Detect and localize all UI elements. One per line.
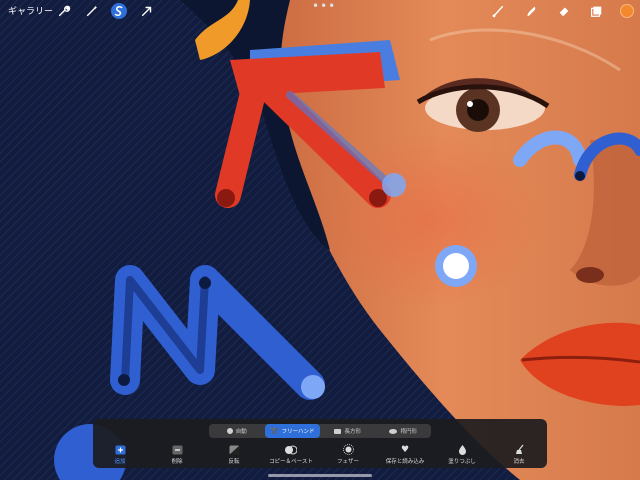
- broom-icon: [513, 444, 525, 455]
- transform-arrow-icon: [141, 6, 152, 17]
- eraser-icon: [559, 7, 569, 17]
- smudge-icon: [527, 6, 536, 17]
- mode-freehand[interactable]: ➰ フリーハンド: [264, 424, 320, 438]
- selection-point-center: [443, 253, 469, 279]
- action-label: 保存と読み込み: [385, 459, 425, 465]
- home-indicator: [268, 474, 372, 477]
- gallery-button[interactable]: ギャラリー: [8, 4, 53, 17]
- rectangle-icon: [334, 428, 342, 434]
- layers-icon: [591, 6, 602, 17]
- mode-ellipse[interactable]: 楕円形: [376, 424, 432, 438]
- invert-icon: [228, 444, 240, 455]
- arc-endpoint: [575, 171, 585, 181]
- action-label: フェザー: [336, 459, 359, 465]
- eye-highlight: [467, 101, 473, 107]
- mode-label: 楕円形: [400, 429, 417, 435]
- smudge-button[interactable]: [523, 3, 539, 19]
- save-load-button[interactable]: ♥ 保存と読み込み: [375, 444, 435, 466]
- transform-button[interactable]: [139, 3, 155, 19]
- color-fill-button[interactable]: 塗りつぶし: [432, 444, 492, 465]
- layers-button[interactable]: [588, 3, 604, 19]
- wrench-icon: [58, 5, 71, 17]
- selection-button[interactable]: [111, 3, 127, 19]
- color-picker-button[interactable]: [620, 4, 634, 18]
- action-label: 反転: [228, 459, 240, 465]
- heart-icon: ♥: [400, 444, 410, 455]
- mode-label: フリーハンド: [281, 429, 315, 435]
- selection-actions: 追加 削除 反転 コピー＆ペースト フェザー ♥ 保存と読み込み 塗りつぶし 消: [93, 444, 547, 466]
- remove-icon: [171, 444, 183, 455]
- brush-button[interactable]: [490, 3, 506, 19]
- invert-button[interactable]: 反転: [204, 444, 264, 465]
- adjustments-button[interactable]: [84, 3, 100, 19]
- eraser-button[interactable]: [556, 3, 572, 19]
- mode-automatic[interactable]: 自動: [209, 424, 265, 438]
- selection-icon: [114, 6, 123, 17]
- brush-icon: [492, 5, 504, 18]
- remove-button[interactable]: 削除: [147, 444, 207, 465]
- feather-button[interactable]: フェザー: [318, 444, 378, 465]
- more-menu-button[interactable]: •••: [312, 0, 336, 13]
- selection-panel: 自動 ➰ フリーハンド 長方形 楕円形 追加 削除 反転 コピー＆ペースト フェザ…: [93, 419, 547, 468]
- mode-label: 自動: [235, 429, 247, 435]
- actions-button[interactable]: [56, 3, 72, 19]
- fill-icon: [456, 444, 468, 455]
- clear-button[interactable]: 消去: [489, 444, 549, 465]
- add-icon: [114, 444, 126, 455]
- artwork-canvas[interactable]: [0, 0, 640, 480]
- ellipse-icon: [389, 428, 398, 434]
- mode-label: 長方形: [344, 429, 361, 435]
- copy-paste-button[interactable]: コピー＆ペースト: [261, 444, 321, 465]
- magic-wand-icon: [86, 5, 98, 17]
- mode-rectangle[interactable]: 長方形: [320, 424, 376, 438]
- action-label: 削除: [171, 459, 183, 465]
- copy-paste-icon: [285, 444, 297, 455]
- blue-dot: [382, 173, 406, 197]
- feather-icon: [342, 444, 354, 455]
- action-label: 追加: [114, 459, 126, 465]
- action-label: コピー＆ペースト: [269, 459, 313, 465]
- freehand-icon: ➰: [269, 427, 279, 435]
- action-label: 塗りつぶし: [448, 459, 476, 465]
- add-button[interactable]: 追加: [90, 444, 150, 465]
- circle-icon: [226, 428, 233, 434]
- action-label: 消去: [513, 459, 525, 465]
- nostril: [576, 267, 604, 283]
- selection-mode-segment: 自動 ➰ フリーハンド 長方形 楕円形: [209, 424, 431, 438]
